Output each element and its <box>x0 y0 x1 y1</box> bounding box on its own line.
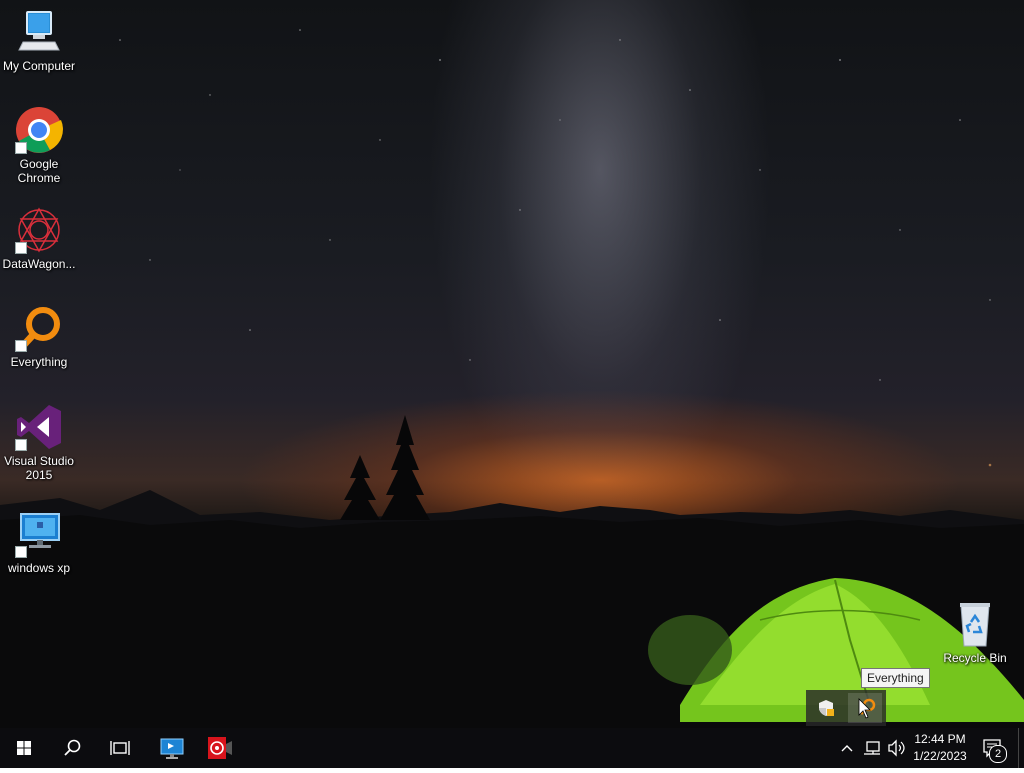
datawagon-icon <box>15 206 63 254</box>
desktop-icon-windows-xp[interactable]: windows xp <box>0 510 78 575</box>
shortcut-arrow-icon <box>15 439 27 451</box>
tooltip-everything: Everything <box>861 668 930 688</box>
desktop-icon-my-computer[interactable]: My Computer <box>0 8 78 73</box>
task-view-icon <box>110 741 130 755</box>
remote-desktop-icon <box>160 738 184 759</box>
shortcut-arrow-icon <box>15 142 27 154</box>
chrome-icon <box>15 106 63 154</box>
wallpaper <box>0 29 1024 728</box>
tray-show-hidden[interactable] <box>836 728 858 768</box>
tray-overflow-popup <box>806 690 886 726</box>
desktop-icon-recycle-bin[interactable]: Recycle Bin <box>936 600 1014 665</box>
search-button[interactable] <box>48 728 96 768</box>
everything-tray-icon[interactable] <box>848 693 882 723</box>
recycle-bin-icon <box>951 600 999 648</box>
record-app-icon <box>208 737 232 759</box>
task-view-button[interactable] <box>96 728 144 768</box>
desktop-icon-google-chrome[interactable]: Google Chrome <box>0 106 78 185</box>
clock-date: 1/22/2023 <box>913 749 967 763</box>
desktop-icon-label: windows xp <box>7 561 71 575</box>
desktop-icon-label: Recycle Bin <box>943 651 1007 665</box>
taskbar: 12:44 PM 1/22/2023 2 <box>0 728 1024 768</box>
shortcut-arrow-icon <box>15 340 27 352</box>
action-center-button[interactable]: 2 <box>976 728 1010 768</box>
shortcut-arrow-icon <box>15 546 27 558</box>
shortcut-arrow-icon <box>15 242 27 254</box>
desktop-icon-visual-studio[interactable]: Visual Studio 2015 <box>0 403 78 482</box>
taskbar-record-app[interactable] <box>196 728 244 768</box>
show-desktop-button[interactable] <box>1018 728 1024 768</box>
windows-logo-icon <box>17 741 31 755</box>
desktop-icon-label: Visual Studio 2015 <box>4 454 74 482</box>
start-button[interactable] <box>0 728 48 768</box>
network-icon <box>864 741 880 755</box>
desktop-icon-datawagon[interactable]: DataWagon... <box>0 206 78 271</box>
desktop-icon-label: My Computer <box>2 59 76 73</box>
desktop-icon-everything[interactable]: Everything <box>0 304 78 369</box>
visual-studio-icon <box>15 403 63 451</box>
notification-count-badge: 2 <box>989 745 1007 763</box>
clock-time: 12:44 PM <box>914 732 966 746</box>
security-shield-icon[interactable] <box>816 698 836 718</box>
chevron-up-icon <box>841 745 853 752</box>
taskbar-remote-desktop[interactable] <box>148 728 196 768</box>
desktop-icon-label: DataWagon... <box>2 257 76 271</box>
desktop-icon-label: Everything <box>10 355 68 369</box>
search-icon <box>64 739 81 756</box>
tray-network[interactable] <box>860 728 884 768</box>
desktop-icon-label: Google Chrome <box>17 157 61 185</box>
tray-clock[interactable]: 12:44 PM 1/22/2023 <box>900 728 980 768</box>
everything-search-icon <box>15 304 63 352</box>
desktop[interactable]: My Computer Google Chrome DataWagon... E… <box>0 0 1024 728</box>
computer-icon <box>15 8 63 56</box>
virtual-machine-icon <box>15 510 63 558</box>
